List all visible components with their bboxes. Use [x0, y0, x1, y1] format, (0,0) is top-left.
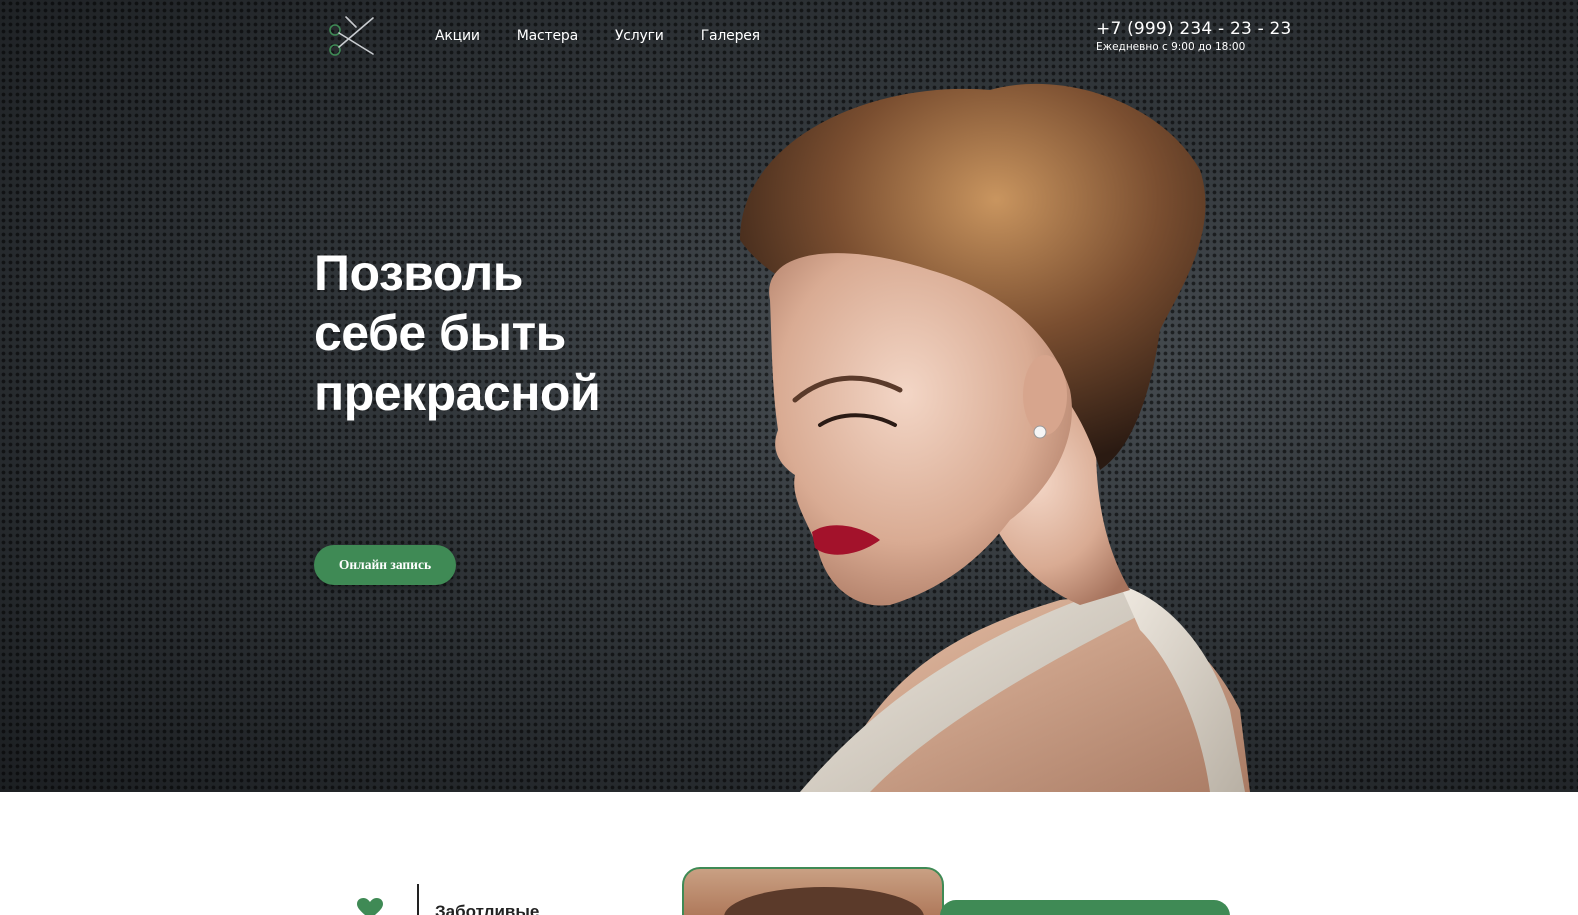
main-nav: Акции Мастера Услуги Галерея [435, 28, 797, 44]
headline-line: себе быть [314, 305, 566, 361]
model-portrait-image [740, 83, 1250, 792]
headline-line: Позволь [314, 245, 524, 301]
heart-icon [357, 898, 383, 915]
scissors-logo-icon[interactable] [326, 14, 376, 58]
photo-detail [724, 887, 924, 915]
working-hours: Ежедневно с 9:00 до 18:00 [1096, 41, 1246, 53]
nav-link-promotions[interactable]: Акции [435, 28, 480, 44]
features-section: Заботливые [0, 792, 1578, 915]
online-booking-button[interactable]: Онлайн запись [314, 545, 456, 585]
nav-link-services[interactable]: Услуги [615, 28, 664, 44]
green-info-card [940, 900, 1230, 915]
feature-title: Заботливые [435, 902, 540, 915]
phone-number[interactable]: +7 (999) 234 - 23 - 23 [1096, 19, 1292, 39]
master-photo-card[interactable] [682, 867, 944, 915]
divider-line [417, 884, 419, 915]
nav-link-masters[interactable]: Мастера [517, 28, 578, 44]
hero-headline: Позволь себе быть прекрасной [314, 243, 654, 423]
headline-line: прекрасной [314, 365, 601, 421]
contact-block: +7 (999) 234 - 23 - 23 Ежедневно с 9:00 … [1096, 19, 1292, 53]
nav-link-gallery[interactable]: Галерея [701, 28, 760, 44]
hero-section: Акции Мастера Услуги Галерея +7 (999) 23… [0, 0, 1578, 792]
